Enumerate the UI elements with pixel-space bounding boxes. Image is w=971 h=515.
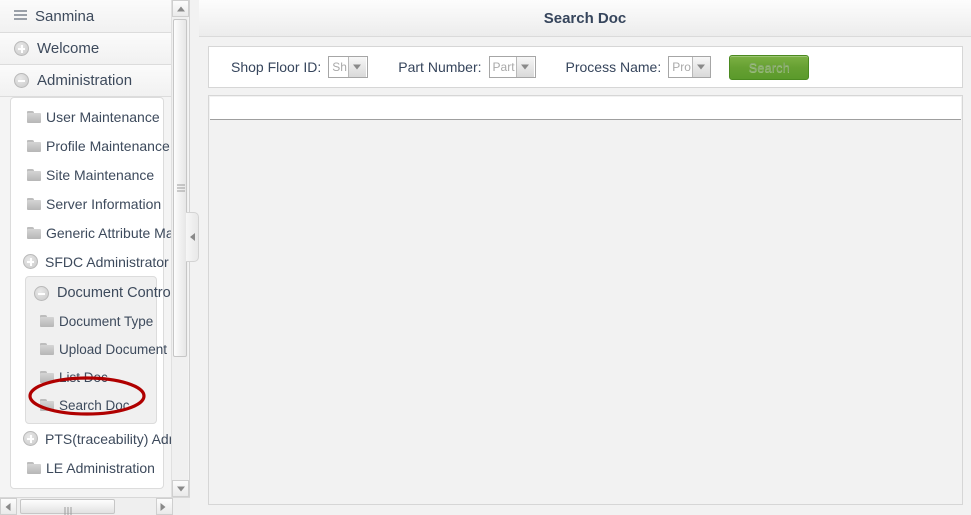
scroll-down-button[interactable] <box>172 480 189 497</box>
results-body <box>209 120 962 500</box>
sidebar-item-label: User Maintenance <box>46 108 160 125</box>
sidebar-item-le-administration[interactable]: LE Administration <box>11 453 163 482</box>
page-title-bar: Search Doc <box>199 0 971 37</box>
folder-icon <box>40 315 54 327</box>
sidebar-header-label: Sanmina <box>35 7 95 25</box>
sidebar-header: Sanmina <box>0 0 172 33</box>
sidebar-item-label: List Doc <box>59 369 108 385</box>
search-results-panel <box>208 95 963 505</box>
search-toolbar: Shop Floor ID: Sh Part Number: Part Proc… <box>208 46 963 88</box>
sidebar-group-welcome[interactable]: Welcome <box>0 33 172 65</box>
scroll-left-button[interactable] <box>0 498 17 515</box>
sidebar-item-label: Server Information <box>46 195 162 212</box>
process-name-select[interactable]: Pro <box>668 56 712 78</box>
shop-floor-id-value: Sh <box>332 60 347 74</box>
sidebar-group-welcome-label: Welcome <box>37 40 100 57</box>
folder-icon <box>27 197 41 210</box>
shop-floor-id-label: Shop Floor ID: <box>231 59 322 75</box>
sidebar-item-label: PTS(traceability) Admin <box>45 430 172 447</box>
sidebar-item-search-doc[interactable]: Search Doc <box>26 391 156 419</box>
sidebar-item-profile-maintenance[interactable]: Profile Maintenance <box>11 131 170 160</box>
caret-down-icon <box>176 486 185 491</box>
sidebar-scroll-content: Sanmina Welcome Administration User Main… <box>0 0 172 497</box>
caret-up-icon <box>176 6 185 11</box>
sidebar-item-label: SFDC Administrator <box>45 253 169 270</box>
horizontal-scroll-thumb[interactable] <box>20 499 115 515</box>
folder-icon <box>40 343 54 355</box>
plus-circle-icon[interactable] <box>14 41 29 56</box>
sidebar-item-label: Profile Maintenance <box>46 137 170 154</box>
sidebar-group-document-control-label: Document Control <box>57 285 172 301</box>
sidebar-item-label: LE Administration <box>46 459 155 476</box>
sidebar-item-site-maintenance[interactable]: Site Maintenance <box>11 160 163 189</box>
sidebar-group-administration-label: Administration <box>37 72 133 89</box>
part-number-label: Part Number: <box>398 59 482 75</box>
navigation-sidebar: Sanmina Welcome Administration User Main… <box>0 0 199 515</box>
part-number-select[interactable]: Part <box>488 56 536 78</box>
sidebar-collapse-handle[interactable] <box>186 212 199 262</box>
shop-floor-id-select[interactable]: Sh <box>328 56 369 78</box>
list-icon <box>14 10 27 22</box>
caret-left-icon <box>5 502 11 511</box>
sidebar-horizontal-scrollbar[interactable] <box>0 497 190 515</box>
sidebar-group-pts-administration[interactable]: PTS(traceability) Admin <box>11 424 172 453</box>
main-content-area: Search Doc Shop Floor ID: Sh Part Number… <box>199 0 971 515</box>
folder-icon <box>27 168 41 181</box>
scroll-grip-icon <box>177 184 185 192</box>
field-process-name: Process Name: Pro <box>566 56 712 78</box>
sidebar-group-administration[interactable]: Administration <box>0 65 172 97</box>
sidebar-item-label: Site Maintenance <box>46 166 155 183</box>
search-button[interactable]: Search <box>729 54 810 80</box>
scroll-up-button[interactable] <box>172 0 189 17</box>
process-name-label: Process Name: <box>565 59 662 75</box>
sidebar-item-label: Document Type <box>59 313 154 329</box>
vertical-scroll-thumb[interactable] <box>173 19 187 357</box>
chevron-down-icon[interactable] <box>347 57 366 77</box>
plus-circle-icon[interactable] <box>23 254 38 269</box>
sidebar-item-label: Generic Attribute Main <box>46 224 172 241</box>
sidebar-item-generic-attribute-maintenance[interactable]: Generic Attribute Main <box>11 218 172 247</box>
sidebar-item-user-maintenance[interactable]: User Maintenance <box>11 102 163 131</box>
folder-icon <box>40 399 54 411</box>
field-part-number: Part Number: Part <box>398 56 536 78</box>
sidebar-item-server-information[interactable]: Server Information <box>11 189 163 218</box>
minus-circle-icon[interactable] <box>14 73 29 88</box>
sidebar-group-sfdc-administrator[interactable]: SFDC Administrator <box>11 247 169 276</box>
document-control-panel: Document Control Document Type Upload Do… <box>25 276 172 424</box>
plus-circle-icon[interactable] <box>23 431 38 446</box>
chevron-down-icon[interactable] <box>691 57 710 77</box>
sidebar-item-list-doc[interactable]: List Doc <box>26 363 156 391</box>
results-header-bar <box>210 97 961 120</box>
part-number-value: Part <box>492 60 515 74</box>
sidebar-item-upload-document[interactable]: Upload Document <box>26 335 167 363</box>
folder-icon <box>27 226 41 239</box>
folder-icon <box>40 371 54 383</box>
process-name-value: Pro <box>672 60 691 74</box>
scroll-grip-icon <box>63 503 72 515</box>
sidebar-item-label: Upload Document <box>59 341 168 357</box>
administration-panel: User Maintenance Profile Maintenance Sit… <box>10 97 172 489</box>
folder-icon <box>27 139 41 152</box>
folder-icon <box>27 461 41 474</box>
field-shop-floor-id: Shop Floor ID: Sh <box>231 56 369 78</box>
sidebar-group-document-control[interactable]: Document Control <box>26 279 172 307</box>
sidebar-item-label: Search Doc <box>59 397 130 413</box>
scroll-right-button[interactable] <box>156 498 173 515</box>
page-title: Search Doc <box>543 9 627 27</box>
caret-left-icon <box>190 233 195 241</box>
minus-circle-icon[interactable] <box>34 285 49 301</box>
chevron-down-icon[interactable] <box>515 57 534 77</box>
application-window: Sanmina Welcome Administration User Main… <box>0 0 971 515</box>
sidebar-item-document-type[interactable]: Document Type <box>26 307 156 335</box>
caret-right-icon <box>160 502 166 511</box>
folder-icon <box>27 110 41 123</box>
